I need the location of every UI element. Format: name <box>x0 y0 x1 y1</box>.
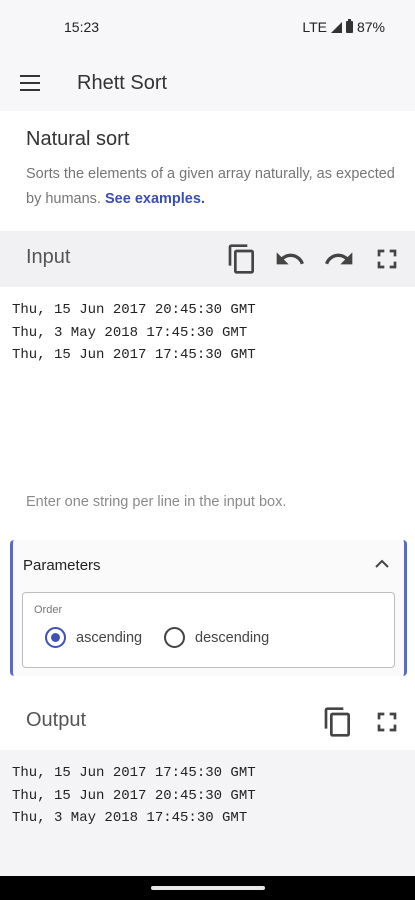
parameters-title: Parameters <box>23 557 101 574</box>
navigation-bar <box>0 876 415 900</box>
fullscreen-icon[interactable] <box>371 243 403 275</box>
battery-icon <box>345 19 353 33</box>
tool-description: Sorts the elements of a given array natu… <box>26 162 396 212</box>
descending-radio[interactable] <box>164 627 185 648</box>
parameters-panel: Parameters Order ascending descending <box>10 540 407 676</box>
descending-option[interactable]: descending <box>164 627 269 648</box>
input-label: Input <box>26 246 71 268</box>
ascending-radio[interactable] <box>45 627 66 648</box>
output-header: Output <box>0 694 415 750</box>
ascending-option[interactable]: ascending <box>45 627 142 648</box>
signal-icon <box>330 21 342 33</box>
status-time: 15:23 <box>64 19 100 35</box>
redo-icon[interactable] <box>323 243 355 275</box>
order-label: Order <box>34 604 63 616</box>
undo-icon[interactable] <box>274 243 306 275</box>
status-bar: 15:23 LTE 87% <box>0 0 415 56</box>
output-textbox[interactable]: Thu, 15 Jun 2017 17:45:30 GMT Thu, 15 Ju… <box>0 750 415 876</box>
tool-title: Natural sort <box>26 128 130 150</box>
app-title: Rhett Sort <box>77 72 168 94</box>
order-fieldset: Order ascending descending <box>22 592 395 668</box>
status-indicators: LTE 87% <box>302 19 385 35</box>
copy-icon[interactable] <box>322 706 354 738</box>
menu-icon[interactable] <box>20 75 40 91</box>
description-text: Sorts the elements of a given array natu… <box>26 166 395 207</box>
network-label: LTE <box>302 19 327 35</box>
fullscreen-icon[interactable] <box>371 706 403 738</box>
app-bar: Rhett Sort <box>0 56 415 111</box>
output-label: Output <box>26 709 87 731</box>
input-hint: Enter one string per line in the input b… <box>26 494 287 510</box>
copy-icon[interactable] <box>226 243 258 275</box>
input-textbox[interactable]: Thu, 15 Jun 2017 20:45:30 GMT Thu, 3 May… <box>0 287 415 480</box>
input-header: Input <box>0 231 415 287</box>
descending-label: descending <box>195 629 270 646</box>
see-examples-link[interactable]: See examples. <box>105 191 205 207</box>
home-gesture-handle[interactable] <box>151 886 265 890</box>
intro-section: Natural sort Sorts the elements of a giv… <box>26 128 396 212</box>
ascending-label: ascending <box>76 629 143 646</box>
chevron-up-icon[interactable] <box>374 558 390 570</box>
battery-level: 87% <box>356 19 385 35</box>
